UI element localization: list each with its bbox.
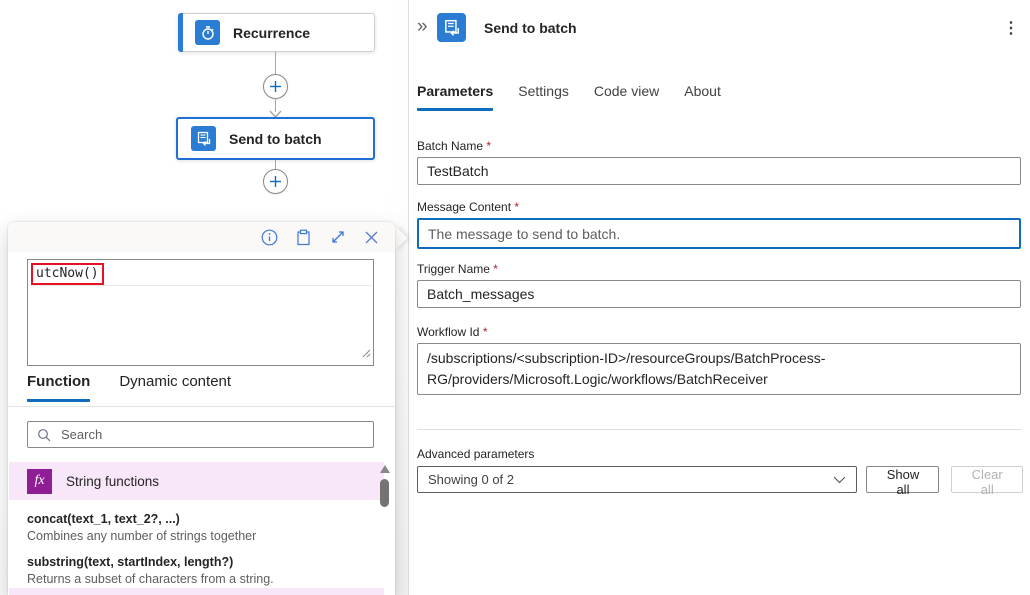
close-icon[interactable] xyxy=(362,228,381,247)
dropdown-value: Showing 0 of 2 xyxy=(428,472,833,487)
tab-about[interactable]: About xyxy=(684,83,721,111)
field-trigger-name: Trigger Name * xyxy=(417,262,1021,308)
show-all-button[interactable]: Show all xyxy=(866,466,939,493)
tab-settings[interactable]: Settings xyxy=(518,83,569,111)
field-message-content: Message Content * xyxy=(417,200,1021,249)
required-asterisk: * xyxy=(514,200,519,214)
trigger-name-label: Trigger Name xyxy=(417,262,490,276)
batch-name-input[interactable] xyxy=(417,157,1021,185)
next-category-partial xyxy=(9,588,384,595)
expression-token[interactable]: utcNow() xyxy=(31,263,104,285)
clear-all-button[interactable]: Clear all xyxy=(951,466,1023,493)
required-asterisk: * xyxy=(483,325,488,339)
expression-input[interactable]: utcNow() xyxy=(27,259,374,366)
collapse-panel-icon[interactable]: » xyxy=(415,16,430,38)
field-workflow-id: Workflow Id * /subscriptions/<subscripti… xyxy=(417,325,1021,395)
category-label: String functions xyxy=(66,474,159,489)
expand-icon[interactable] xyxy=(328,228,347,247)
expression-editor-tabs: Function Dynamic content xyxy=(27,373,231,402)
message-content-label: Message Content xyxy=(417,200,511,214)
advanced-parameters-label: Advanced parameters xyxy=(417,447,1023,461)
function-search-box[interactable] xyxy=(27,421,374,448)
connector-line xyxy=(275,52,276,74)
expression-line: utcNow() xyxy=(29,262,372,286)
function-description: Combines any number of strings together xyxy=(27,528,365,545)
advanced-parameters-dropdown[interactable]: Showing 0 of 2 xyxy=(417,466,857,493)
fx-icon: fx xyxy=(27,469,52,494)
more-menu-icon[interactable]: ⋮ xyxy=(998,16,1024,40)
function-list-scrollbar[interactable] xyxy=(379,465,390,590)
workflow-id-label: Workflow Id xyxy=(417,325,479,339)
function-description: Returns a subset of characters from a st… xyxy=(27,571,365,588)
required-asterisk: * xyxy=(486,139,491,153)
insert-step-button-bottom[interactable] xyxy=(263,169,288,194)
advanced-parameters-section: Advanced parameters Showing 0 of 2 Show … xyxy=(417,447,1023,493)
tabs-divider xyxy=(8,406,395,407)
resize-handle-icon[interactable] xyxy=(361,345,371,363)
field-batch-name: Batch Name * xyxy=(417,139,1021,185)
info-icon[interactable] xyxy=(260,228,279,247)
node-recurrence[interactable]: Recurrence xyxy=(178,13,375,52)
timer-icon xyxy=(195,20,220,45)
search-input[interactable] xyxy=(61,427,373,442)
panel-title: Send to batch xyxy=(484,20,577,36)
node-recurrence-label: Recurrence xyxy=(233,25,310,41)
tab-dynamic-content[interactable]: Dynamic content xyxy=(119,373,231,402)
tab-code-view[interactable]: Code view xyxy=(594,83,659,111)
plus-icon xyxy=(269,80,282,93)
function-item-concat[interactable]: concat(text_1, text_2?, ...) Combines an… xyxy=(27,511,365,545)
copy-icon[interactable] xyxy=(294,228,313,247)
operation-details-panel: » Send to batch ⋮ Parameters Settings Co… xyxy=(409,0,1030,595)
section-divider xyxy=(417,429,1021,430)
plus-icon xyxy=(269,175,282,188)
panel-tabs: Parameters Settings Code view About xyxy=(417,83,721,111)
batch-icon xyxy=(437,13,466,42)
batch-icon xyxy=(191,126,216,151)
insert-step-button-top[interactable] xyxy=(263,74,288,99)
search-icon xyxy=(37,428,51,442)
category-string-functions[interactable]: fx String functions xyxy=(9,462,384,500)
tab-function[interactable]: Function xyxy=(27,373,90,402)
trigger-accent-bar xyxy=(178,13,183,52)
panel-header: » Send to batch ⋮ xyxy=(409,0,1030,56)
function-signature: substring(text, startIndex, length?) xyxy=(27,554,365,571)
scroll-up-arrow-icon[interactable] xyxy=(380,465,390,473)
tab-parameters[interactable]: Parameters xyxy=(417,83,493,111)
function-signature: concat(text_1, text_2?, ...) xyxy=(27,511,365,528)
function-item-substring[interactable]: substring(text, startIndex, length?) Ret… xyxy=(27,554,365,588)
required-asterisk: * xyxy=(493,262,498,276)
scrollbar-thumb[interactable] xyxy=(380,479,389,507)
connector-line xyxy=(275,160,276,169)
workflow-id-input[interactable]: /subscriptions/<subscription-ID>/resourc… xyxy=(417,343,1021,395)
batch-name-label: Batch Name xyxy=(417,139,483,153)
expression-editor-popup: utcNow() Function Dynamic content fx Str… xyxy=(8,222,395,595)
chevron-down-icon xyxy=(833,476,846,484)
node-send-to-batch[interactable]: Send to batch xyxy=(176,117,375,160)
trigger-name-input[interactable] xyxy=(417,280,1021,308)
message-content-input[interactable] xyxy=(417,218,1021,249)
expression-editor-toolbar xyxy=(8,222,395,252)
node-send-to-batch-label: Send to batch xyxy=(229,131,322,147)
